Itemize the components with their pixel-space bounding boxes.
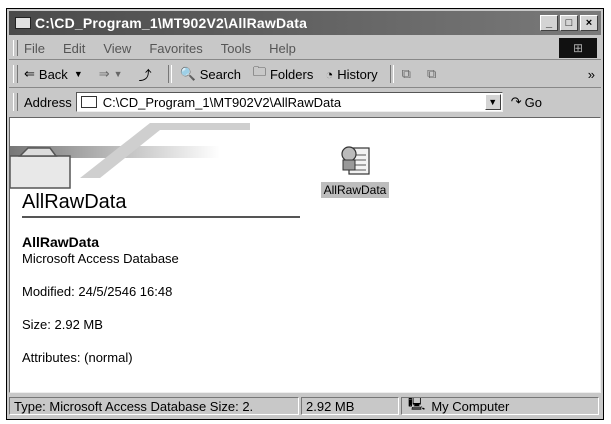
access-database-icon [341,146,370,175]
maximize-button[interactable]: □ [560,15,578,31]
menu-edit[interactable]: Edit [63,41,85,56]
forward-arrow-icon: ⇒ [98,66,110,81]
toolbar-overflow-chevron[interactable]: » [588,67,595,82]
go-arrow-icon: ↷ [510,94,522,109]
search-button[interactable]: 🔍 Search [180,66,241,82]
menu-favorites[interactable]: Favorites [149,41,202,56]
windows-logo-icon: ⊞ [572,41,584,55]
address-grip[interactable] [13,93,18,111]
history-icon: ◔ [325,66,334,82]
title-bar[interactable]: C:\CD_Program_1\MT902V2\AllRawData _ □ × [9,11,601,35]
back-arrow-icon: ⇐ [24,66,35,81]
search-label: Search [199,66,241,82]
forward-dropdown-icon[interactable]: ▼ [114,69,123,79]
file-details-panel: AllRawData Microsoft Access Database Mod… [22,234,312,365]
folders-icon: 🗀 [252,64,266,79]
toolbar-separator [167,65,172,83]
back-dropdown-icon[interactable]: ▼ [74,69,83,79]
forward-button[interactable]: ⇒ ▼ [99,66,127,82]
header-divider [22,216,300,218]
folder-icon [15,17,31,29]
window-controls: _ □ × [540,15,598,31]
status-bar: Type: Microsoft Access Database Size: 2.… [9,395,601,417]
status-zone-panel: 🖳 My Computer [401,397,599,415]
toolbar-grip[interactable] [13,65,18,83]
history-button[interactable]: ◔ History [325,67,377,82]
go-button[interactable]: ↷ Go [511,94,542,110]
menu-tools[interactable]: Tools [221,41,251,56]
address-value: C:\CD_Program_1\MT902V2\AllRawData [102,94,342,110]
file-attributes: Attributes: (normal) [22,350,133,365]
move-to-button[interactable]: ⧉ [402,66,415,82]
status-size: 2.92 MB [306,398,355,414]
address-dropdown-button[interactable]: ▼ [484,94,501,110]
address-input[interactable]: C:\CD_Program_1\MT902V2\AllRawData ▼ [75,92,503,112]
folders-label: Folders [269,66,314,82]
menu-bar: File Edit View Favorites Tools Help ⊞ [9,37,601,60]
status-size-panel: 2.92 MB [301,397,399,415]
modified-date: Modified: 24/5/2546 16:48 [22,284,173,299]
toolbar-separator [389,65,394,83]
menu-help[interactable]: Help [269,41,296,56]
search-icon: 🔍 [179,66,196,81]
menu-file[interactable]: File [24,41,45,56]
selected-file-type: Microsoft Access Database [22,251,179,266]
windows-logo: ⊞ [559,38,597,58]
folder-icon [80,96,97,108]
back-button[interactable]: ⇐ Back ▼ [24,66,87,82]
status-zone: My Computer [431,398,510,414]
up-button[interactable]: ⤴ [139,65,156,84]
folder-icon [10,155,71,189]
file-label: AllRawData [320,182,390,198]
history-label: History [337,66,378,82]
copy-to-icon: ⧉ [426,66,437,81]
folder-view: AllRawData AllRawData Microsoft Access D… [9,117,601,393]
address-label: Address [24,94,72,110]
back-label: Back [38,66,68,82]
file-size: Size: 2.92 MB [22,317,103,332]
explorer-window: C:\CD_Program_1\MT902V2\AllRawData _ □ ×… [6,8,604,420]
status-type-text: Type: Microsoft Access Database Size: 2. [14,398,254,414]
my-computer-icon: 🖳 [408,397,426,411]
status-type-panel: Type: Microsoft Access Database Size: 2. [9,397,299,415]
menu-grip[interactable] [13,40,18,56]
go-label: Go [524,94,542,110]
up-folder-icon: ⤴ [138,67,152,83]
folder-title: AllRawData [22,191,127,213]
close-button[interactable]: × [580,15,598,31]
standard-toolbar: ⇐ Back ▼ ⇒ ▼ ⤴ 🔍 Search 🗀 Folders ◔ Hist… [9,61,601,88]
copy-to-button[interactable]: ⧉ [427,66,440,82]
window-title: C:\CD_Program_1\MT902V2\AllRawData [35,15,308,31]
menu-view[interactable]: View [103,41,131,56]
selected-file-name: AllRawData [22,234,100,250]
move-to-icon: ⧉ [401,66,411,81]
file-item[interactable]: AllRawData [310,142,400,198]
address-bar: Address C:\CD_Program_1\MT902V2\AllRawDa… [9,89,601,115]
minimize-button[interactable]: _ [540,15,558,31]
folders-button[interactable]: 🗀 Folders [253,63,313,85]
